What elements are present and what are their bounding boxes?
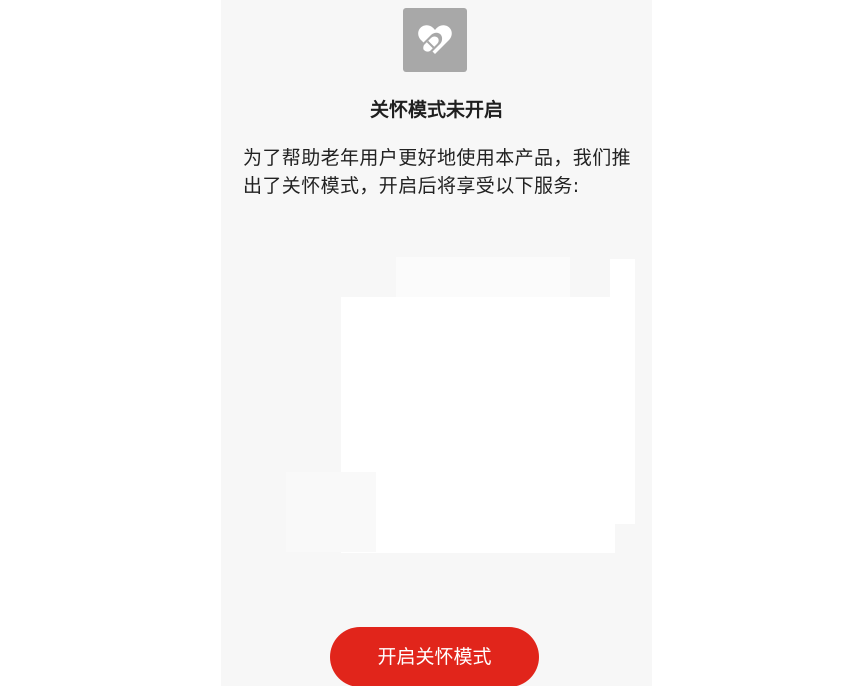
heart-pill-icon	[418, 25, 452, 55]
illustration-panel	[341, 297, 615, 553]
illustration-panel	[286, 472, 376, 552]
enable-care-mode-button[interactable]: 开启关怀模式	[330, 627, 539, 686]
app-logo	[403, 8, 467, 72]
care-mode-screen: 关怀模式未开启 为了帮助老年用户更好地使用本产品，我们推出了关怀模式，开启后将享…	[221, 0, 652, 686]
service-illustration	[286, 257, 635, 557]
page-title: 关怀模式未开启	[369, 99, 503, 121]
description-text: 为了帮助老年用户更好地使用本产品，我们推出了关怀模式，开启后将享受以下服务:	[243, 147, 632, 197]
illustration-panel	[610, 259, 635, 524]
